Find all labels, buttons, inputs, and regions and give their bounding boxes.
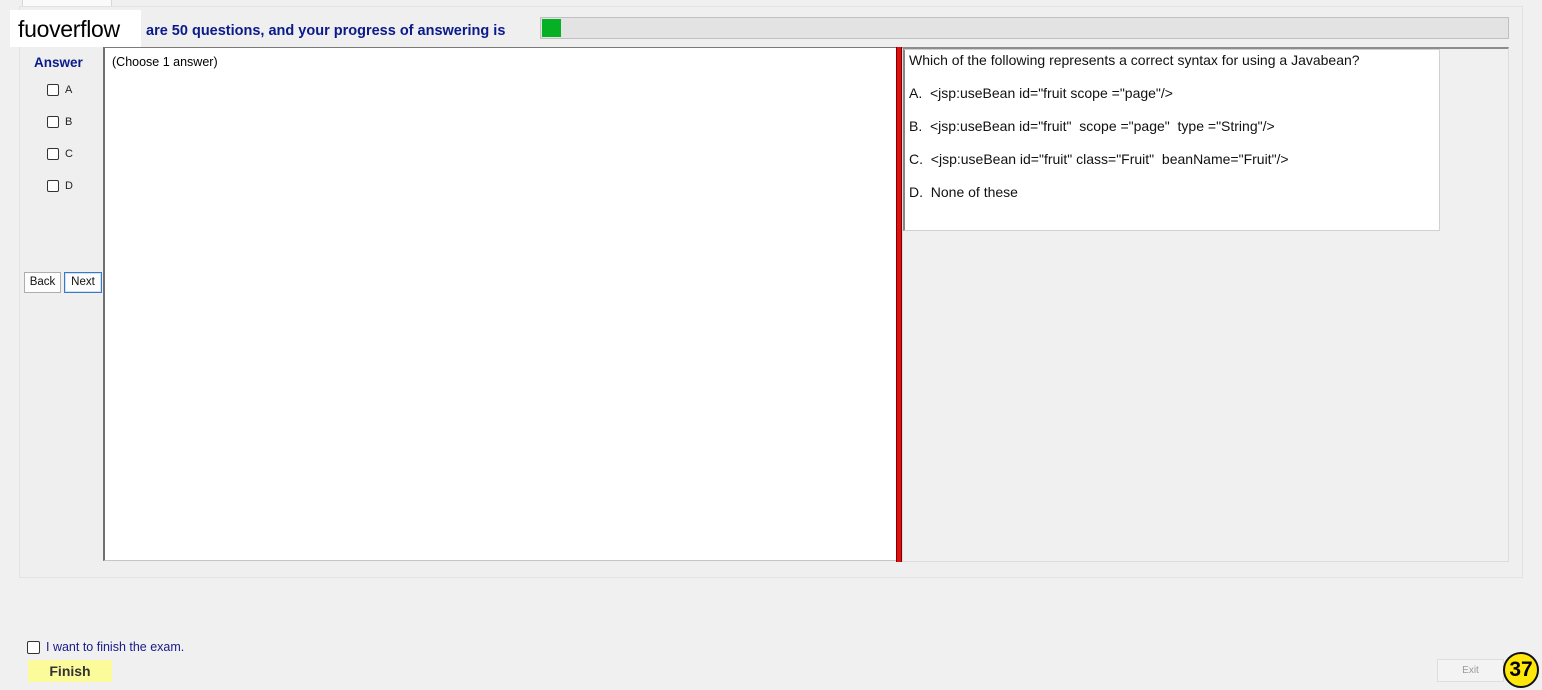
- answer-d-label: D: [65, 180, 73, 192]
- finish-exam-label: I want to finish the exam.: [46, 640, 185, 654]
- answer-d-checkbox[interactable]: [47, 180, 59, 192]
- answer-option-d[interactable]: D: [47, 180, 73, 192]
- answer-c-label: C: [65, 148, 73, 160]
- logo: fuoverflow: [10, 10, 141, 47]
- exit-button[interactable]: Exit: [1437, 659, 1504, 682]
- choose-instruction: (Choose 1 answer): [112, 55, 218, 69]
- answer-a-checkbox[interactable]: [47, 84, 59, 96]
- back-button[interactable]: Back: [24, 272, 61, 293]
- choice-d-text: D. None of these: [909, 184, 1018, 200]
- finish-exam-option[interactable]: I want to finish the exam.: [27, 640, 184, 654]
- answer-c-checkbox[interactable]: [47, 148, 59, 160]
- question-text: Which of the following represents a corr…: [909, 52, 1360, 68]
- progress-bar: [540, 17, 1509, 39]
- finish-exam-checkbox[interactable]: [27, 640, 40, 654]
- finish-button[interactable]: Finish: [28, 660, 112, 682]
- page-number-badge: 37: [1503, 652, 1539, 688]
- answer-pane[interactable]: (Choose 1 answer): [103, 47, 896, 561]
- answer-heading: Answer: [34, 55, 83, 70]
- progress-text: are 50 questions, and your progress of a…: [146, 23, 506, 39]
- answer-a-label: A: [65, 84, 73, 96]
- answer-b-label: B: [65, 116, 73, 128]
- choice-c-text: C. <jsp:useBean id="fruit" class="Fruit"…: [909, 151, 1289, 167]
- choice-b-text: B. <jsp:useBean id="fruit" scope ="page"…: [909, 118, 1275, 134]
- answer-option-c[interactable]: C: [47, 148, 73, 160]
- progress-bar-fill: [542, 19, 561, 37]
- next-button[interactable]: Next: [64, 272, 102, 293]
- question-box: Which of the following represents a corr…: [903, 49, 1440, 231]
- answer-option-b[interactable]: B: [47, 116, 72, 128]
- answer-option-a[interactable]: A: [47, 84, 72, 96]
- choice-a-text: A. <jsp:useBean id="fruit scope ="page"/…: [909, 85, 1173, 101]
- answer-b-checkbox[interactable]: [47, 116, 59, 128]
